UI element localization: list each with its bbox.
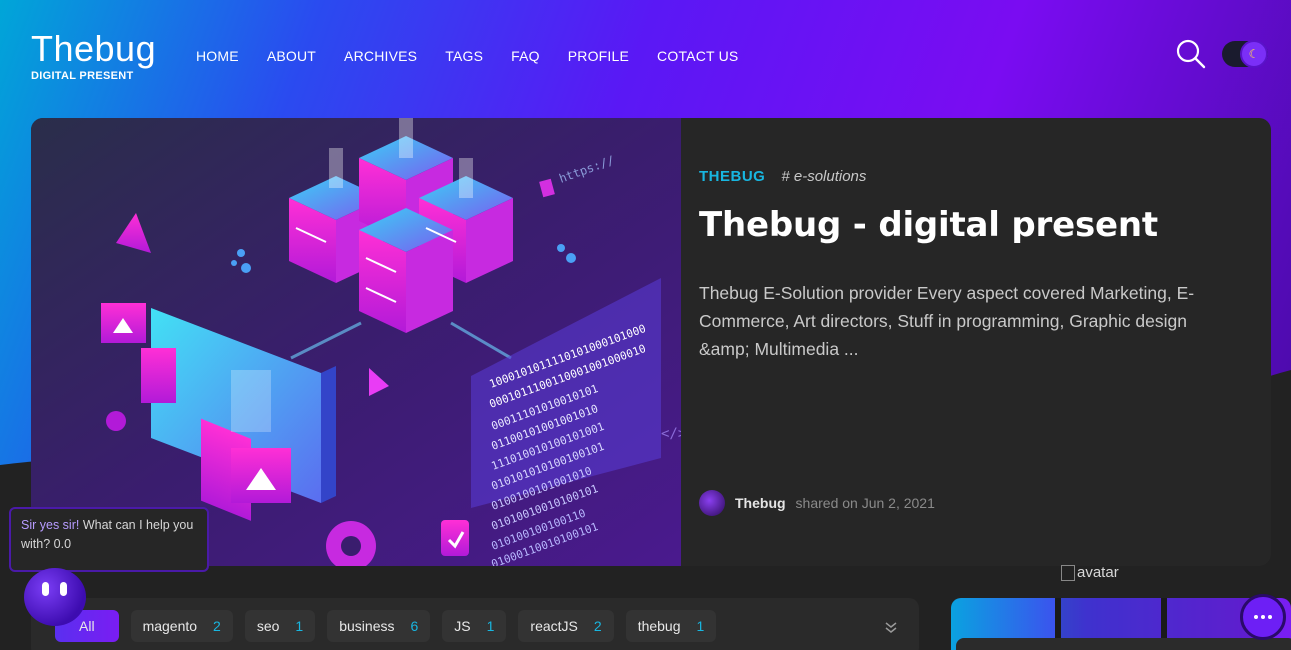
art-code-symbol: </> (661, 426, 681, 442)
sidebar-banner-block (1055, 598, 1161, 638)
nav-tags[interactable]: TAGS (445, 48, 483, 64)
search-button[interactable] (1175, 38, 1207, 70)
tag-chip-js[interactable]: JS 1 (442, 610, 507, 642)
tag-list: All magento 2 seo 1 business 6 JS 1 reac… (55, 610, 717, 642)
sidebar-card-body (956, 638, 1291, 650)
post-category[interactable]: THEBUG (699, 168, 765, 185)
chat-greeting: Sir yes sir! (21, 518, 80, 532)
tag-label: business (339, 618, 395, 634)
post-date: shared on Jun 2, 2021 (795, 495, 935, 511)
more-dots-icon (1261, 615, 1265, 619)
tag-chip-reactjs[interactable]: reactJS 2 (518, 610, 614, 642)
post-content: THEBUG # e-solutions Thebug - digital pr… (699, 168, 1219, 363)
chat-bubble: Sir yes sir! What can I help you with? 0… (9, 507, 209, 572)
tag-chip-seo[interactable]: seo 1 (244, 610, 316, 642)
tag-chip-thebug[interactable]: thebug 1 (625, 610, 717, 642)
tag-count: 2 (213, 618, 221, 634)
sidebar-avatar: avatar (1061, 564, 1119, 581)
site-subtitle: DIGITAL PRESENT (31, 70, 134, 82)
tag-label: reactJS (530, 618, 578, 634)
tag-count: 1 (696, 618, 705, 634)
theme-toggle[interactable]: ☾ (1222, 40, 1268, 68)
author-avatar (699, 490, 725, 516)
server-illustration: 1000101011110101000101000 00010111001100… (31, 118, 681, 566)
broken-image-icon (1061, 564, 1075, 581)
tag-label: All (79, 618, 95, 634)
post-title[interactable]: Thebug - digital present (699, 201, 1219, 249)
featured-post-card[interactable]: 1000101011110101000101000 00010111001100… (31, 118, 1271, 566)
nav-archives[interactable]: ARCHIVES (344, 48, 417, 64)
post-tag[interactable]: # e-solutions (781, 168, 866, 185)
site-logo[interactable]: Thebug DIGITAL PRESENT (31, 30, 156, 83)
tag-count: 2 (593, 618, 602, 634)
nav-about[interactable]: ABOUT (267, 48, 316, 64)
tag-label: magento (142, 618, 198, 634)
more-dots-icon (1254, 615, 1258, 619)
main-nav: HOME ABOUT ARCHIVES TAGS FAQ PROFILE COT… (196, 48, 766, 64)
site-header: Thebug DIGITAL PRESENT HOME ABOUT ARCHIV… (0, 0, 1291, 110)
post-meta: THEBUG # e-solutions (699, 168, 1219, 185)
tag-label: JS (454, 618, 471, 634)
nav-contact[interactable]: COTACT US (657, 48, 738, 64)
avatar-alt-text: avatar (1077, 564, 1119, 581)
chat-bot-icon[interactable] (24, 568, 86, 626)
author-name[interactable]: Thebug (735, 495, 786, 511)
tag-count: 1 (486, 618, 495, 634)
bot-eye-left (42, 582, 49, 596)
more-menu-button[interactable] (1240, 594, 1286, 640)
nav-faq[interactable]: FAQ (511, 48, 540, 64)
tag-filter-bar: All magento 2 seo 1 business 6 JS 1 reac… (31, 598, 919, 650)
chevron-down-icon[interactable] (884, 620, 898, 634)
search-icon (1176, 39, 1206, 69)
post-excerpt: Thebug E-Solution provider Every aspect … (699, 283, 1195, 359)
tag-chip-magento[interactable]: magento 2 (130, 610, 233, 642)
tag-chip-business[interactable]: business 6 (327, 610, 431, 642)
moon-icon: ☾ (1240, 40, 1268, 68)
post-author[interactable]: Thebug shared on Jun 2, 2021 (699, 490, 935, 516)
nav-profile[interactable]: PROFILE (568, 48, 629, 64)
tag-label: seo (256, 618, 280, 634)
sidebar-profile-card (951, 598, 1291, 650)
tag-count: 6 (410, 618, 419, 634)
bot-eye-right (60, 582, 67, 596)
more-dots-icon (1268, 615, 1272, 619)
site-title[interactable]: Thebug (31, 30, 156, 68)
tag-label: thebug (637, 618, 681, 634)
tag-count: 1 (295, 618, 304, 634)
nav-home[interactable]: HOME (196, 48, 239, 64)
